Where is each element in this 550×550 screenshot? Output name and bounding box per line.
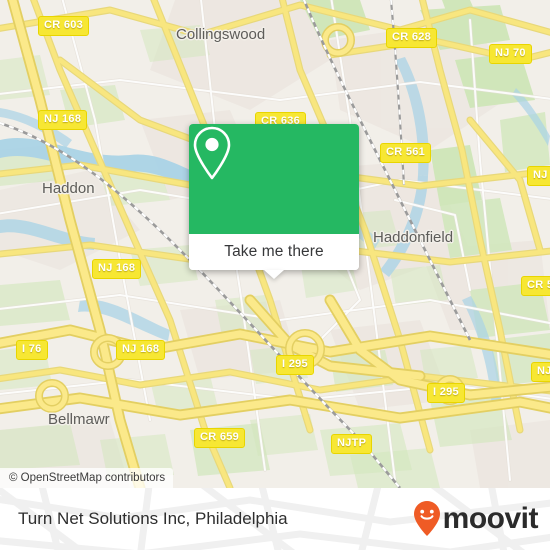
road-shield: CR 659: [194, 428, 246, 448]
moovit-place-card-screenshot: .w { fill:#aad3e6; } .wl { stroke:#9fcde…: [0, 0, 550, 550]
map-canvas[interactable]: .w { fill:#aad3e6; } .wl { stroke:#9fcde…: [0, 0, 550, 488]
place-label: Haddon: [42, 180, 95, 197]
place-label: Bellmawr: [48, 411, 110, 428]
moovit-wordmark: moovit: [442, 502, 539, 535]
road-shield: I 76: [16, 340, 48, 360]
road-shield: I 295: [427, 383, 465, 403]
place-label: Collingswood: [176, 26, 266, 43]
card-pin-area: [189, 124, 359, 234]
take-me-there-label: Take me there: [224, 243, 324, 260]
road-shield: CR 5: [521, 276, 550, 296]
road-shield: NJTP: [331, 434, 373, 454]
place-label: Haddonfield: [373, 229, 454, 246]
card-pointer: [264, 270, 284, 279]
moovit-logo[interactable]: moovit: [412, 500, 539, 538]
footer-bar: Turn Net Solutions Inc, Philadelphia moo…: [0, 488, 550, 550]
road-shield: CR 628: [386, 28, 438, 48]
place-title: Turn Net Solutions Inc, Philadelphia: [18, 509, 288, 528]
road-shield: NJ 168: [116, 340, 166, 360]
road-shield: NJ 168: [92, 259, 142, 279]
road-shield: CR 603: [38, 16, 90, 36]
road-shield: NJ 70: [489, 44, 532, 64]
moovit-smiley-pin-icon: [413, 501, 440, 536]
map-attribution[interactable]: © OpenStreetMap contributors: [0, 468, 174, 488]
place-callout-card[interactable]: Take me there: [189, 124, 359, 279]
take-me-there-button[interactable]: Take me there: [189, 234, 359, 270]
map-pin-icon: [193, 126, 231, 180]
road-shield: NJTP: [531, 362, 550, 382]
road-shield: I 295: [276, 355, 314, 375]
road-shield: NJ 168: [38, 110, 88, 130]
road-shield: CR 561: [380, 143, 432, 163]
road-shield: NJ 1: [527, 166, 550, 186]
